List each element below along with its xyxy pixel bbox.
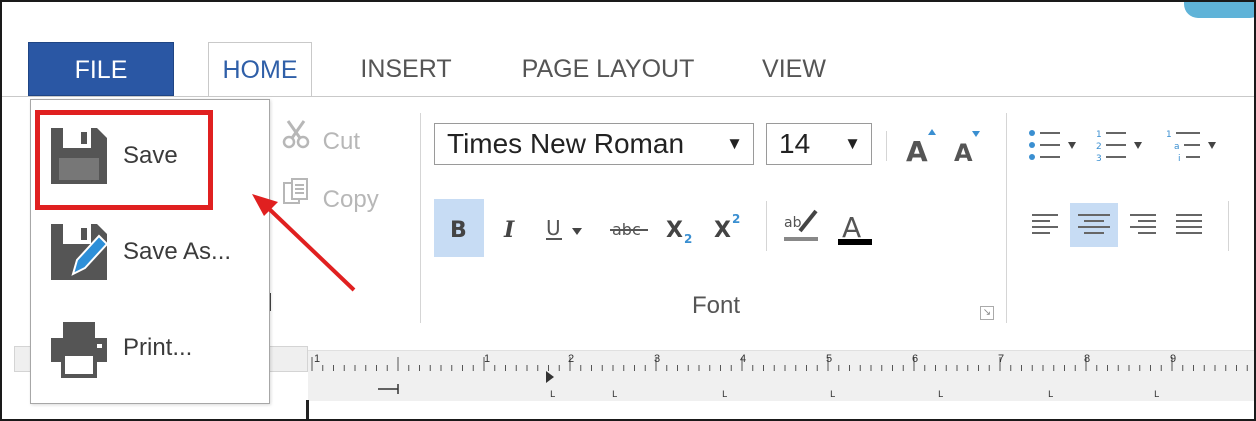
annotation-arrow	[252, 194, 356, 292]
app-window: FILE HOME INSERT PAGE LAYOUT VIEW Cut Co…	[0, 0, 1256, 421]
